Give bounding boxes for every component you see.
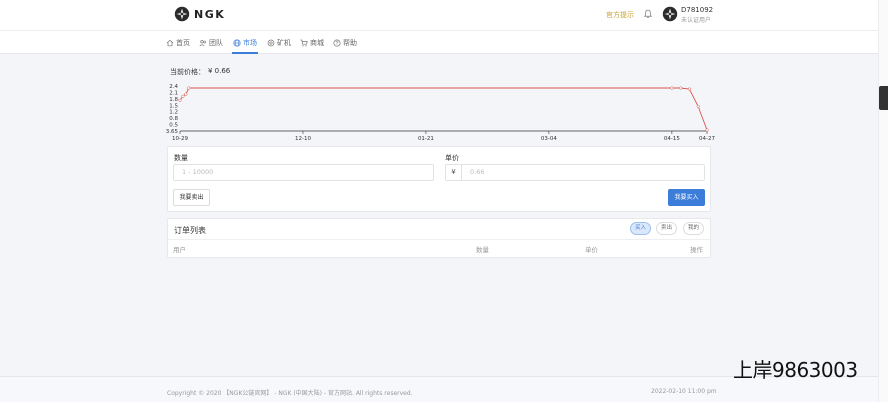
team-icon bbox=[199, 40, 207, 47]
x-tick-label: 12-10 bbox=[295, 136, 311, 142]
y-tick-label: 0.8 bbox=[169, 116, 178, 122]
buy-button[interactable]: 我要买入 bbox=[668, 189, 705, 206]
nav-label: 首页 bbox=[176, 39, 190, 47]
y-tick-label: 0.5 bbox=[169, 123, 178, 129]
cart-icon bbox=[300, 39, 308, 47]
nav-item-help[interactable]: 帮助 bbox=[333, 38, 357, 48]
user-id[interactable]: D781092 bbox=[681, 6, 713, 14]
nav-label: 商城 bbox=[310, 39, 324, 47]
official-notice-link[interactable]: 官方提示 bbox=[606, 10, 634, 20]
user-status: 未认证用户 bbox=[681, 17, 712, 24]
price-point bbox=[187, 86, 191, 90]
currency-prefix: ¥ bbox=[445, 164, 462, 181]
active-tab-indicator bbox=[232, 52, 258, 54]
globe-icon bbox=[233, 39, 241, 47]
sell-button[interactable]: 我要卖出 bbox=[173, 189, 210, 206]
column-unit-price: 单价 bbox=[585, 246, 598, 254]
x-tick-label: 04-27 bbox=[699, 136, 715, 142]
brand-name: NGK bbox=[194, 7, 226, 21]
y-tick-label: 2.1 bbox=[169, 90, 178, 96]
orders-divider bbox=[168, 239, 710, 240]
nav-item-home[interactable]: 首页 bbox=[166, 38, 190, 48]
price-point bbox=[705, 128, 709, 132]
price-point bbox=[687, 87, 691, 91]
price-point bbox=[181, 94, 185, 98]
price-series-line bbox=[179, 87, 708, 131]
miner-icon bbox=[267, 39, 275, 47]
y-tick-label: 1.8 bbox=[169, 97, 178, 103]
nav-item-shop[interactable]: 商城 bbox=[300, 38, 324, 48]
order-list-title: 订单列表 bbox=[174, 226, 206, 235]
bell-icon[interactable] bbox=[643, 9, 653, 19]
nav-label: 市场 bbox=[243, 39, 257, 47]
x-tick-label: 03-04 bbox=[541, 136, 557, 142]
current-price: 当前价格： ¥ 0.66 bbox=[170, 67, 230, 77]
price-point bbox=[696, 104, 700, 109]
scrollbar[interactable] bbox=[878, 0, 888, 402]
nav-item-team[interactable]: 团队 bbox=[199, 38, 223, 48]
quantity-label: 数量 bbox=[174, 154, 188, 162]
nav-label: 团队 bbox=[209, 39, 223, 47]
nav-label: 帮助 bbox=[343, 39, 357, 47]
avatar[interactable] bbox=[662, 6, 678, 22]
column-actions: 操作 bbox=[690, 246, 703, 254]
y-tick-label: 1.5 bbox=[169, 103, 178, 109]
price-point bbox=[184, 92, 188, 96]
watermark-text: 上岸9863003 bbox=[733, 358, 858, 382]
column-quantity: 数量 bbox=[476, 246, 489, 254]
home-icon bbox=[166, 39, 174, 47]
quantity-input[interactable]: 1 - 10000 bbox=[173, 164, 434, 181]
unit-price-input[interactable]: 0.66 bbox=[461, 164, 705, 181]
y-tick-label: 2.4 bbox=[169, 84, 178, 90]
x-tick-label: 04-15 bbox=[664, 136, 680, 142]
x-tick-label: 10-29 bbox=[172, 136, 188, 142]
brand-logo[interactable]: NGK bbox=[174, 6, 225, 22]
current-price-value: ¥ 0.66 bbox=[208, 67, 231, 75]
column-user: 用户 bbox=[173, 246, 186, 254]
filter-buy[interactable]: 买入 bbox=[630, 222, 651, 235]
x-tick-label: 01-21 bbox=[418, 136, 434, 142]
filter-sell[interactable]: 卖出 bbox=[656, 222, 677, 235]
current-price-label: 当前价格： bbox=[170, 68, 205, 76]
ngk-logo-icon bbox=[174, 6, 190, 22]
main-nav: 首页 团队 市场 矿机 商城 帮助 bbox=[0, 30, 878, 54]
price-point bbox=[178, 98, 182, 102]
filter-mine[interactable]: 我的 bbox=[683, 222, 704, 235]
order-list-card bbox=[167, 218, 711, 258]
unit-price-label: 单价 bbox=[445, 154, 459, 162]
help-icon bbox=[333, 39, 341, 47]
footer-timestamp: 2022-02-10 11:00 pm bbox=[651, 388, 717, 395]
top-bar: NGK 官方提示 D781092 未认证用户 bbox=[0, 0, 878, 30]
nav-label: 矿机 bbox=[277, 39, 291, 47]
nav-item-miner[interactable]: 矿机 bbox=[267, 38, 291, 48]
nav-item-market[interactable]: 市场 bbox=[233, 38, 257, 48]
price-point bbox=[670, 86, 674, 90]
y-tick-label: 3.65 bbox=[166, 129, 179, 135]
price-point bbox=[679, 86, 683, 90]
copyright-text: Copyright © 2020 【NGK公链官网】 - NGK (中国大陆) … bbox=[167, 390, 413, 397]
side-panel-tab[interactable] bbox=[879, 86, 888, 110]
y-tick-label: 1.2 bbox=[169, 110, 178, 116]
price-chart: 2.42.11.81.51.20.80.53.6510-29 12-10 01-21… bbox=[166, 84, 716, 142]
